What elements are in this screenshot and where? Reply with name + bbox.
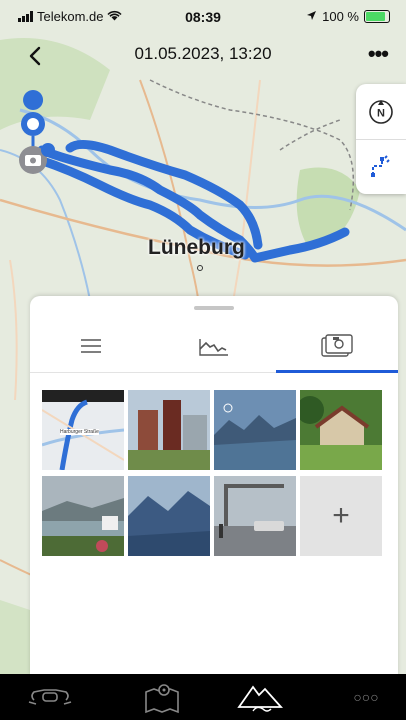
- photo-lake-view: [42, 476, 124, 556]
- tab-elevation[interactable]: [153, 322, 275, 370]
- photo-ferry-dock: [214, 476, 296, 556]
- map-icon: [145, 684, 179, 714]
- photo-garden-house: [300, 390, 382, 470]
- photo-thumbnail[interactable]: [214, 476, 296, 556]
- map-place-label: Lüneburg: [148, 236, 245, 259]
- tab-motorcycle[interactable]: [20, 678, 80, 716]
- battery-icon: [364, 10, 390, 23]
- map-side-tools: N: [356, 84, 406, 194]
- photo-thumbnail[interactable]: [300, 390, 382, 470]
- page-title: 01.05.2023, 13:20: [134, 44, 272, 63]
- photo-thumbnail[interactable]: [214, 390, 296, 470]
- compass-north-icon: N: [369, 99, 393, 124]
- photo-gallery-icon: [321, 334, 353, 357]
- tab-tours[interactable]: [230, 678, 290, 716]
- add-photo-button[interactable]: +: [300, 476, 382, 556]
- photo-thumbnail[interactable]: [128, 390, 210, 470]
- svg-text:N: N: [377, 107, 385, 119]
- plus-icon: +: [332, 499, 350, 532]
- status-right: 100 %: [306, 9, 390, 24]
- nav-bar: 01.05.2023, 13:20 •••: [0, 36, 406, 76]
- start-pin-icon[interactable]: [21, 90, 45, 148]
- tab-list[interactable]: [30, 322, 152, 370]
- photo-thumbnail[interactable]: [128, 476, 210, 556]
- compass-button[interactable]: N: [356, 84, 406, 140]
- tab-selection-indicator: [276, 370, 398, 373]
- elevation-profile-icon: [199, 339, 228, 356]
- location-arrow-icon: [306, 9, 317, 24]
- photo-caption: Harburger Straße: [60, 429, 99, 435]
- more-dots-icon: ○○○: [353, 689, 379, 705]
- tab-photos[interactable]: [276, 322, 398, 370]
- tab-more[interactable]: ○○○: [336, 678, 396, 716]
- sheet-tabs: [30, 322, 398, 373]
- photo-city-buildings: [128, 390, 210, 470]
- photo-thumbnail[interactable]: Harburger Straße: [42, 390, 124, 470]
- sheet-grabber[interactable]: [194, 306, 234, 310]
- detail-sheet[interactable]: Harburger Straße +: [30, 296, 398, 676]
- list-icon: [81, 339, 101, 353]
- photo-marker-icon[interactable]: [19, 143, 55, 174]
- route-edit-icon: [371, 154, 390, 177]
- tab-map[interactable]: [132, 678, 192, 716]
- status-bar: Telekom.de 08:39 100 %: [0, 0, 406, 34]
- bottom-tab-bar: ○○○: [0, 674, 406, 720]
- photo-mountain-valley: [128, 476, 210, 556]
- motorcycle-icon: [28, 689, 72, 705]
- battery-percent: 100 %: [322, 9, 359, 24]
- route-edit-button[interactable]: [356, 139, 406, 194]
- battery-level: [366, 12, 385, 21]
- mountain-route-icon: [237, 685, 284, 712]
- photo-thumbnail[interactable]: [42, 476, 124, 556]
- more-options-button[interactable]: •••: [368, 41, 389, 67]
- photo-mountains-app: [214, 390, 296, 470]
